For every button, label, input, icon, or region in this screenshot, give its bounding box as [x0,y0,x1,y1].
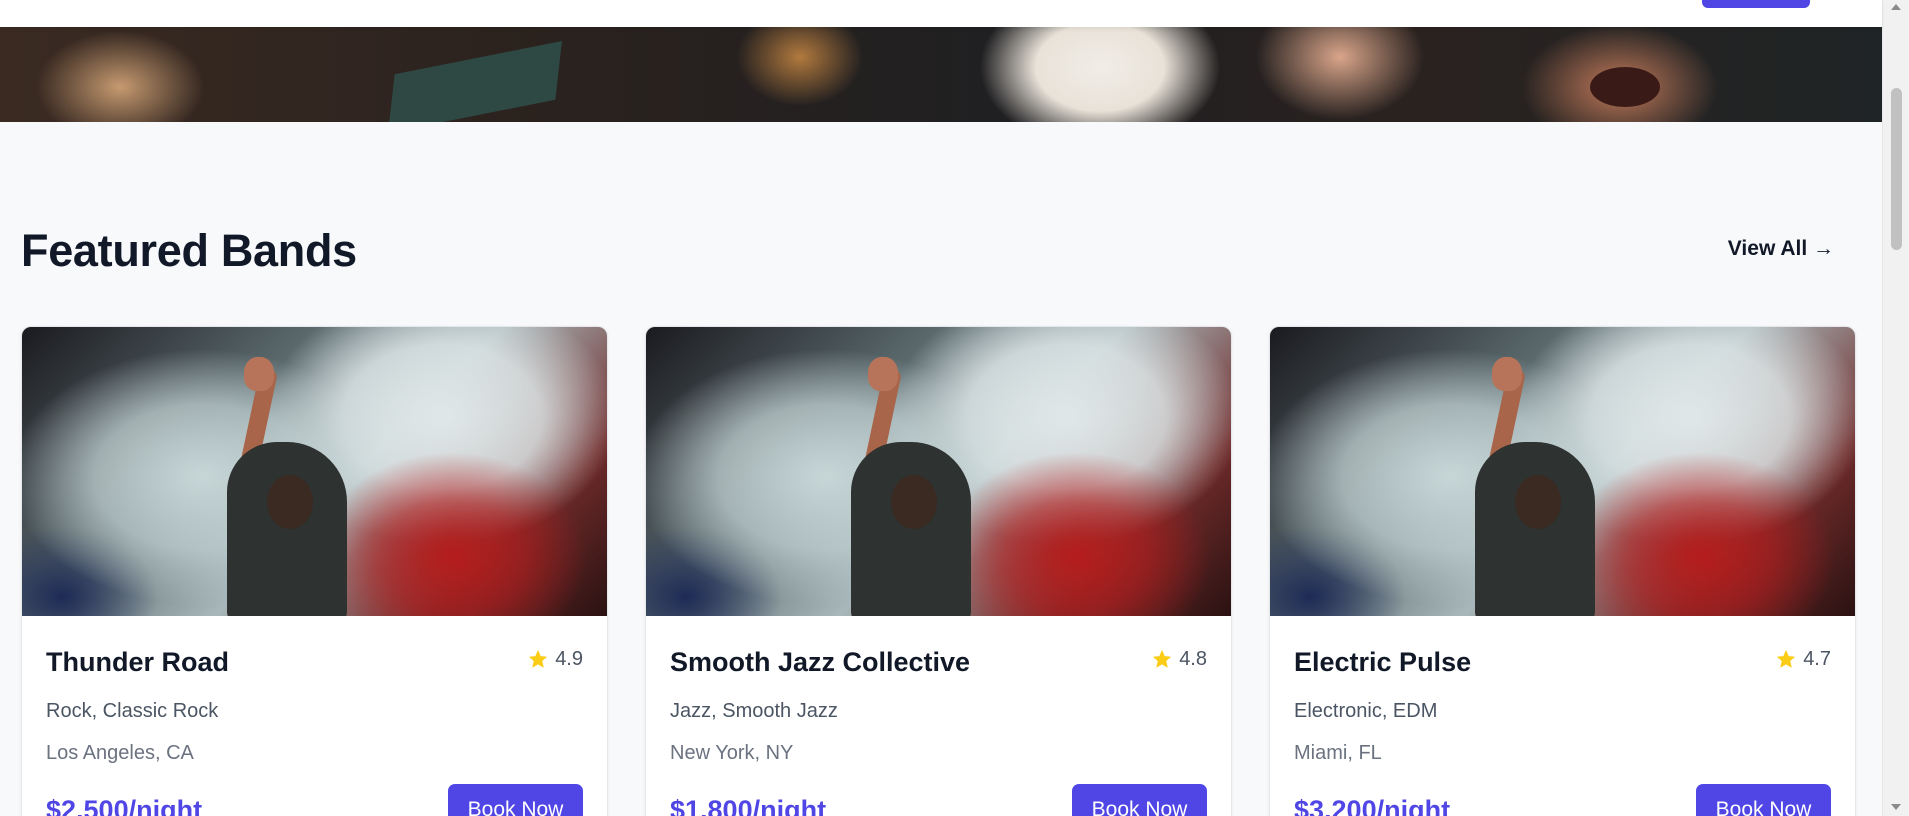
performer-head [1515,475,1561,529]
performer-head [267,475,313,529]
rating-value: 4.8 [1179,648,1207,670]
performer-hand [244,357,274,391]
band-card-body: Electric Pulse 4.7 Electronic, EDM Miami… [1270,616,1855,816]
section-title: Featured Bands [21,225,357,276]
band-price: $1,800/night [670,795,827,816]
view-all-link[interactable]: View All → [1728,234,1834,264]
band-card-list: Thunder Road 4.9 Rock, Classic Rock Los … [21,326,1856,816]
band-name: Smooth Jazz Collective [670,647,971,677]
star-icon [1153,649,1172,668]
band-photo [646,327,1231,616]
scrollbar-thumb[interactable] [1891,88,1902,250]
band-rating: 4.9 [527,644,583,674]
performer-hand [868,357,898,391]
band-genre: Electronic, EDM [1294,700,1438,722]
star-icon [529,649,548,668]
band-photo [22,327,607,616]
rating-value: 4.7 [1803,648,1831,670]
book-now-button[interactable]: Book Now [1696,784,1831,816]
performer-body [1475,442,1595,616]
performer-body [227,442,347,616]
band-card-body: Thunder Road 4.9 Rock, Classic Rock Los … [22,616,607,816]
performer-hand [1492,357,1522,391]
band-photo [1270,327,1855,616]
band-price: $3,200/night [1294,795,1451,816]
band-card: Electric Pulse 4.7 Electronic, EDM Miami… [1269,326,1856,816]
scroll-up-arrow-icon[interactable] [1891,4,1901,10]
band-rating: 4.8 [1151,644,1207,674]
band-name: Electric Pulse [1294,647,1472,677]
band-card: Thunder Road 4.9 Rock, Classic Rock Los … [21,326,608,816]
hero-crowd-face [1590,67,1660,107]
performer-body [851,442,971,616]
band-location: Miami, FL [1294,742,1382,764]
band-location: Los Angeles, CA [46,742,194,764]
band-rating: 4.7 [1775,644,1831,674]
band-card-body: Smooth Jazz Collective 4.8 Jazz, Smooth … [646,616,1231,816]
scroll-down-arrow-icon[interactable] [1891,804,1901,810]
band-location: New York, NY [670,742,794,764]
band-genre: Rock, Classic Rock [46,700,219,722]
band-genre: Jazz, Smooth Jazz [670,700,838,722]
page-scrollbar[interactable] [1882,0,1909,816]
rating-value: 4.9 [555,648,583,670]
performer-head [891,475,937,529]
top-header [0,0,1882,27]
hero-banner-flag [388,41,562,122]
book-now-button[interactable]: Book Now [448,784,583,816]
hero-image [0,27,1882,122]
band-name: Thunder Road [46,647,229,677]
band-card: Smooth Jazz Collective 4.8 Jazz, Smooth … [645,326,1232,816]
header-cta-button[interactable] [1702,0,1810,8]
star-icon [1777,649,1796,668]
band-price: $2,500/night [46,795,203,816]
book-now-button[interactable]: Book Now [1072,784,1207,816]
